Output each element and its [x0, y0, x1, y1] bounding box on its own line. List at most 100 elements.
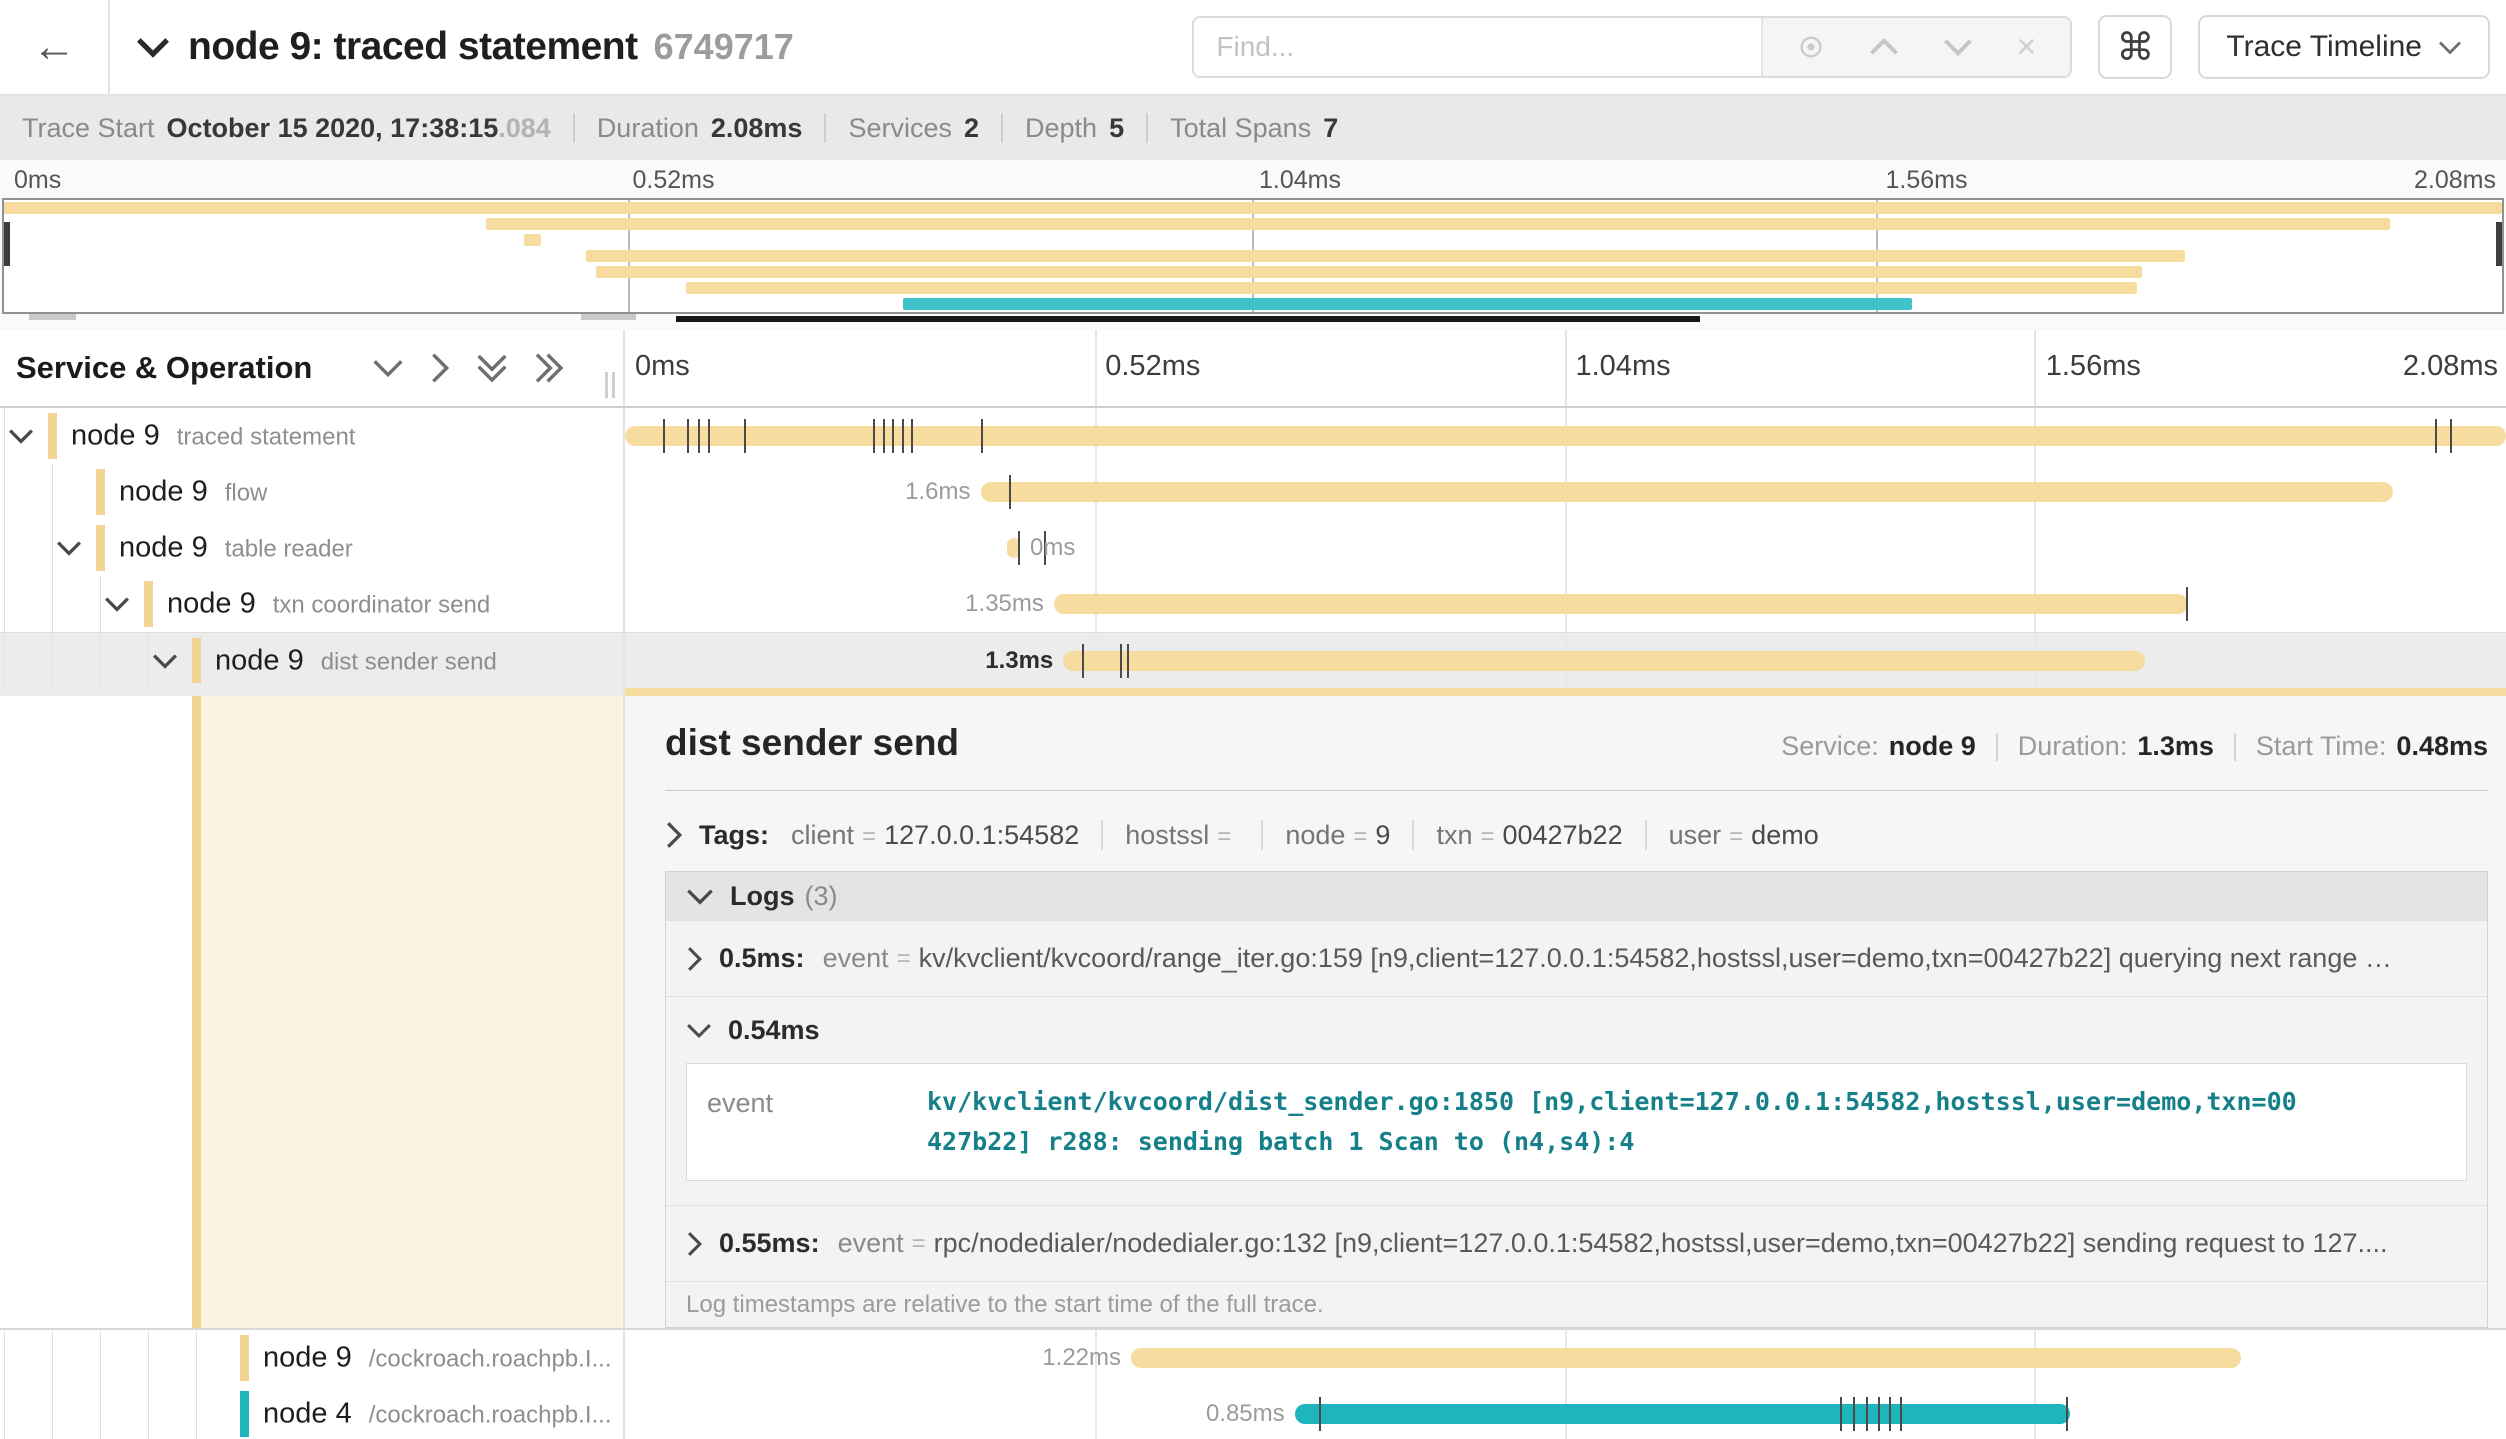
collapse-all-icon[interactable] [476, 353, 508, 383]
log-marker-tick [698, 419, 700, 453]
span-tree-cell[interactable]: node 9dist sender send [0, 633, 625, 688]
minimap-span-bar [486, 218, 2389, 230]
span-duration-bar[interactable] [1131, 1348, 2241, 1368]
minimap-scrubber-left[interactable] [4, 222, 10, 266]
expand-all-icon[interactable] [534, 352, 564, 384]
service-operation-header: Service & Operation [16, 350, 312, 386]
span-duration-bar[interactable] [981, 482, 2394, 502]
view-selector-button[interactable]: Trace Timeline [2198, 15, 2490, 79]
span-row[interactable]: node 9/cockroach.roachpb.I... 1.22ms [0, 1330, 2506, 1386]
prev-result-icon[interactable] [1869, 38, 1899, 56]
span-tree-cell[interactable]: node 4/cockroach.roachpb.I... [0, 1386, 625, 1439]
find-input[interactable] [1194, 18, 1760, 76]
tags-expand-chevron-icon[interactable] [665, 821, 683, 849]
span-detail-section: dist sender send Service: node 9 Duratio… [0, 696, 2506, 1330]
span-rows-bottom: node 9/cockroach.roachpb.I...1.22msnode … [0, 1330, 2506, 1439]
span-color-accent [192, 638, 201, 683]
event-key: event [707, 1082, 927, 1162]
span-timeline-cell[interactable]: 1.6ms [625, 464, 2506, 520]
span-color-accent [96, 469, 105, 515]
minimap-scrubber-right[interactable] [2496, 222, 2502, 266]
span-color-accent [48, 413, 57, 459]
span-duration-bar[interactable] [625, 426, 2506, 446]
span-timeline-cell[interactable]: 0ms [625, 520, 2506, 576]
clear-search-icon[interactable]: × [2017, 30, 2037, 64]
start-time-label: Start Time: [2256, 731, 2387, 762]
timeline-tick-label: 1.04ms [1576, 350, 1671, 383]
span-duration-label: 0ms [1030, 534, 1075, 562]
span-duration-bar[interactable] [1054, 594, 2188, 614]
span-row[interactable]: node 9traced statement [0, 408, 2506, 464]
log-row-3[interactable]: 0.55ms: event = rpc/nodedialer/nodediale… [666, 1205, 2487, 1281]
span-service-name[interactable]: node 4/cockroach.roachpb.I... [263, 1398, 612, 1431]
minimap-underline [676, 316, 1700, 322]
log-marker-tick [2450, 419, 2452, 453]
tags-row[interactable]: Tags: client=127.0.0.1:54582hostssl=node… [665, 811, 2488, 859]
collapse-one-icon[interactable] [372, 358, 404, 378]
log-expand-chevron-icon[interactable] [686, 946, 703, 972]
detail-top-strip [0, 688, 2506, 696]
span-row[interactable]: node 9table reader 0ms [0, 520, 2506, 576]
selected-span-stripe [192, 696, 201, 1328]
span-tree-cell[interactable]: node 9table reader [0, 520, 625, 576]
log-event-box: event kv/kvclient/kvcoord/dist_sender.go… [686, 1063, 2467, 1181]
tag-item: client=127.0.0.1:54582 [791, 820, 1079, 851]
page-header: ← node 9: traced statement 6749717 [0, 0, 2506, 96]
span-collapse-chevron-icon[interactable] [56, 540, 82, 556]
minimap-canvas[interactable] [2, 198, 2504, 314]
log-marker-tick [883, 419, 885, 453]
log-marker-tick [744, 419, 746, 453]
detail-span-info: Service: node 9 Duration: 1.3ms Start Ti… [1781, 731, 2488, 762]
next-result-icon[interactable] [1943, 38, 1973, 56]
span-tree-cell[interactable]: node 9txn coordinator send [0, 576, 625, 632]
keyboard-shortcuts-button[interactable]: ⌘ [2098, 15, 2172, 79]
log-marker-tick [873, 419, 875, 453]
timeline-header: Service & Operation 0ms0.52ms1.04ms1.56m… [0, 330, 2506, 408]
span-tree-cell[interactable]: node 9traced statement [0, 408, 625, 464]
expand-one-icon[interactable] [430, 352, 450, 384]
timeline-tick-label: 0ms [635, 350, 690, 383]
span-service-name[interactable]: node 9dist sender send [215, 644, 497, 677]
focus-target-icon[interactable] [1797, 33, 1825, 61]
timeline-tick-label: 0.52ms [1105, 350, 1200, 383]
log-marker-tick [892, 419, 894, 453]
column-resize-grip[interactable] [605, 372, 615, 398]
span-service-name[interactable]: node 9table reader [119, 532, 353, 565]
span-service-name[interactable]: node 9txn coordinator send [167, 588, 490, 621]
span-timeline-cell[interactable] [625, 408, 2506, 464]
trace-summary-bar: Trace StartOctober 15 2020, 17:38:15.084… [0, 96, 2506, 160]
log-marker-tick [2066, 1397, 2068, 1431]
span-row[interactable]: node 9flow 1.6ms [0, 464, 2506, 520]
tag-item: hostssl= [1125, 820, 1239, 851]
span-timeline-cell[interactable]: 1.3ms [625, 633, 2506, 688]
collapse-trace-chevron-icon[interactable] [136, 36, 170, 58]
minimap-span-bar [903, 298, 1912, 310]
log-time: 0.54ms [728, 1015, 820, 1046]
detail-span-title: dist sender send [665, 722, 959, 764]
span-row[interactable]: node 9txn coordinator send 1.35ms [0, 576, 2506, 632]
log-expand-chevron-icon[interactable] [686, 1231, 703, 1257]
span-row[interactable]: node 4/cockroach.roachpb.I... 0.85ms [0, 1386, 2506, 1439]
span-tree-cell[interactable]: node 9flow [0, 464, 625, 520]
log-collapse-chevron-icon[interactable] [686, 1022, 712, 1039]
span-duration-bar[interactable] [1063, 651, 2145, 671]
span-collapse-chevron-icon[interactable] [8, 428, 34, 444]
span-tree-cell[interactable]: node 9/cockroach.roachpb.I... [0, 1330, 625, 1386]
span-duration-bar[interactable] [1295, 1404, 2070, 1424]
span-timeline-cell[interactable]: 1.35ms [625, 576, 2506, 632]
span-collapse-chevron-icon[interactable] [152, 653, 178, 669]
log-row-1[interactable]: 0.5ms: event = kv/kvclient/kvcoord/range… [666, 920, 2487, 996]
back-button[interactable]: ← [0, 0, 110, 94]
logs-header[interactable]: Logs (3) [666, 872, 2487, 920]
span-row[interactable]: node 9dist sender send 1.3ms [0, 632, 2506, 688]
span-service-name[interactable]: node 9traced statement [71, 420, 355, 453]
span-collapse-chevron-icon[interactable] [104, 596, 130, 612]
minimap-span-bar [524, 234, 541, 246]
span-operation-name: flow [225, 480, 268, 507]
span-service-name[interactable]: node 9flow [119, 476, 267, 509]
log-marker-tick [1889, 1397, 1891, 1431]
span-timeline-cell[interactable]: 1.22ms [625, 1330, 2506, 1386]
span-timeline-cell[interactable]: 0.85ms [625, 1386, 2506, 1439]
span-service-name[interactable]: node 9/cockroach.roachpb.I... [263, 1342, 612, 1375]
log-row-2-header[interactable]: 0.54ms [686, 997, 2467, 1063]
